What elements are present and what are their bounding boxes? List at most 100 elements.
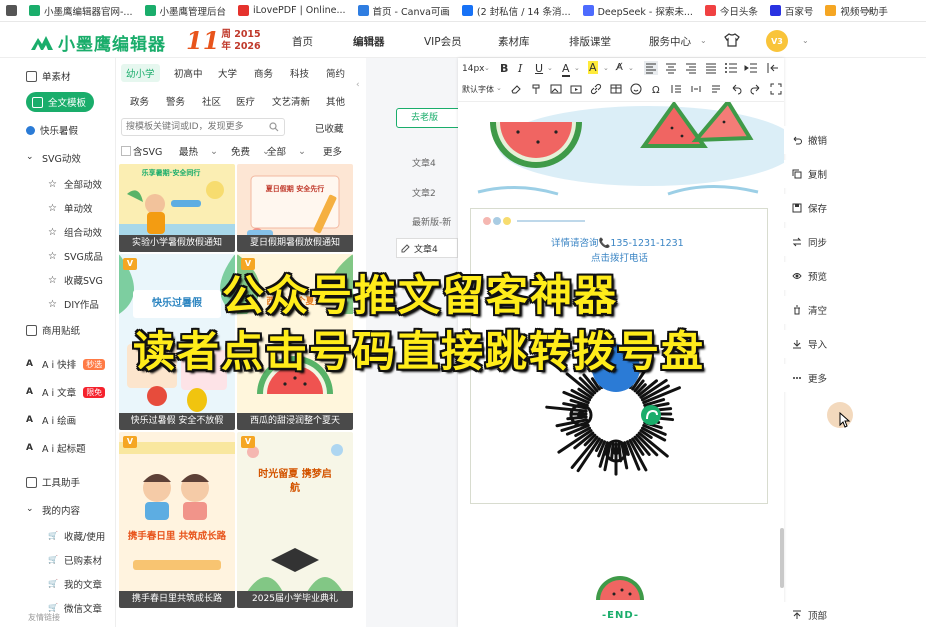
clear-format-icon[interactable]: A̸ — [616, 62, 623, 73]
category-tab[interactable]: 其他 — [321, 92, 350, 110]
nav-service-chevron-icon[interactable]: ⌄ — [700, 36, 707, 45]
bookmark-item[interactable]: DeepSeek - 探索未... — [582, 4, 693, 18]
sidebar-item[interactable]: 🛒 我的文章 — [48, 574, 102, 594]
category-tab[interactable]: 简约 — [321, 64, 350, 82]
nav-service[interactable]: 服务中心 — [649, 34, 691, 49]
sidebar-item[interactable]: 🛒 收藏/使用 — [48, 526, 105, 546]
font-family-select[interactable]: 默认字体 — [462, 84, 494, 95]
font-size-select[interactable]: 14px — [462, 64, 485, 74]
sidebar-item[interactable]: A A i 快排 秒选 — [26, 354, 106, 374]
checkbox-box[interactable] — [121, 146, 131, 156]
category-tab[interactable]: 初高中 — [169, 64, 208, 82]
list-icon[interactable] — [724, 61, 738, 75]
bookmark-item[interactable]: (2 封私信 / 14 条消... — [461, 4, 571, 18]
search-icon[interactable] — [269, 122, 279, 132]
friend-links[interactable]: 友情链接 — [28, 612, 60, 623]
rail-button[interactable]: 同步 — [784, 228, 838, 256]
editor-scrollbar[interactable] — [780, 528, 784, 588]
template-search-input[interactable] — [121, 118, 285, 136]
line-spacing-icon[interactable] — [670, 83, 682, 95]
collapse-toolbar-icon[interactable] — [766, 61, 780, 75]
fullscreen-icon[interactable] — [770, 83, 782, 95]
redo-icon[interactable] — [750, 83, 762, 95]
table-icon[interactable] — [610, 83, 622, 95]
rail-button[interactable]: 复制 — [784, 160, 838, 188]
rail-button[interactable]: 清空 — [784, 296, 838, 324]
bookmark-item[interactable]: 首页 - Canva可画 — [357, 4, 450, 18]
video-icon[interactable] — [570, 83, 582, 95]
category-tab[interactable]: 幼小学 — [121, 64, 160, 82]
bookmark-item[interactable]: 视频号助手 — [825, 4, 888, 18]
doc-tab-active[interactable]: 文章4 — [396, 238, 458, 258]
bookmark-item[interactable]: 小墨鹰管理后台 — [144, 4, 226, 18]
site-logo[interactable]: 小墨鹰编辑器 — [30, 30, 166, 55]
sidebar-item[interactable]: A A i 文章 限免 — [26, 382, 106, 402]
align-right-icon[interactable] — [684, 61, 698, 75]
align-left-icon[interactable] — [644, 61, 658, 75]
emoji-icon[interactable] — [630, 83, 642, 95]
template-card[interactable]: V 携手春日里 共筑成长路 携手春日里共筑成长路 — [119, 432, 235, 608]
user-avatar[interactable]: V3 — [766, 30, 788, 52]
bookmark-item[interactable] — [6, 5, 17, 16]
sidebar-item[interactable]: 商用贴纸 — [26, 320, 80, 340]
sidebar-item[interactable]: ⌄ 我的内容 — [26, 500, 80, 520]
align-center-icon[interactable] — [664, 61, 678, 75]
sort-hot-select[interactable]: 最热 ⌄ — [179, 144, 218, 159]
nav-class[interactable]: 排版课堂 — [569, 34, 611, 49]
eraser-icon[interactable] — [510, 83, 522, 95]
sidebar-item[interactable]: A A i 绘画 — [26, 410, 76, 430]
sidebar-item[interactable]: ☆ 单动效 — [48, 198, 93, 218]
svg-checkbox[interactable]: 含SVG — [121, 144, 162, 158]
italic-button[interactable]: I — [518, 62, 522, 75]
bold-button[interactable]: B — [500, 62, 508, 75]
nav-materials[interactable]: 素材库 — [498, 34, 530, 49]
type-all-select[interactable]: 全部 ⌄ — [267, 144, 306, 159]
sidebar-item[interactable]: ☆ SVG成品 — [48, 246, 103, 266]
bookmark-item[interactable]: 今日头条 — [704, 4, 758, 18]
rail-button[interactable]: 更多 — [784, 364, 838, 392]
phone-number[interactable]: 135-1231-1231 — [610, 238, 683, 249]
sidebar-item[interactable]: 🛒 已购素材 — [48, 550, 102, 570]
doc-tab[interactable]: 最新版-新 — [412, 215, 451, 228]
sidebar-item[interactable]: ☆ 组合动效 — [48, 222, 102, 242]
category-tab[interactable]: 科技 — [285, 64, 314, 82]
template-card[interactable]: V 时光留夏 携梦启航 2025届小学毕业典礼 — [237, 432, 353, 608]
sidebar-item[interactable]: 工具助手 — [26, 472, 80, 492]
image-icon[interactable] — [550, 83, 562, 95]
format-painter-icon[interactable] — [530, 83, 542, 95]
rail-button[interactable]: 保存 — [784, 194, 838, 222]
category-tab[interactable]: 社区 — [197, 92, 226, 110]
category-tab[interactable]: 商务 — [249, 64, 278, 82]
user-menu-chevron-icon[interactable]: ⌄ — [802, 36, 809, 45]
sidebar-item[interactable]: ☆ 收藏SVG — [48, 270, 103, 290]
category-tab[interactable]: 文艺清新 — [267, 92, 315, 110]
nav-vip[interactable]: VIP会员 — [424, 34, 462, 49]
category-tab[interactable]: 警务 — [161, 92, 190, 110]
rail-button[interactable]: 导入 — [784, 330, 838, 358]
bookmark-item[interactable]: 百家号 — [769, 4, 813, 18]
undo-icon[interactable] — [730, 83, 742, 95]
nav-home[interactable]: 首页 — [292, 34, 313, 49]
category-tab[interactable]: 大学 — [213, 64, 242, 82]
sidebar-item[interactable]: ☆ 全部动效 — [48, 174, 102, 194]
sidebar-item[interactable]: 快乐暑假 — [26, 120, 78, 140]
align-justify-icon[interactable] — [704, 61, 718, 75]
panel-collapse-chevron-icon[interactable]: ‹ — [356, 80, 366, 94]
category-tab[interactable]: 政务 — [125, 92, 154, 110]
paragraph-icon[interactable] — [710, 83, 722, 95]
collected-filter[interactable]: 已收藏 — [315, 121, 344, 135]
sidebar-item[interactable]: ⌄ SVG动效 — [26, 148, 81, 168]
template-card[interactable]: 乐享暑期·安全同行 实验小学暑假放假通知 — [119, 164, 235, 252]
rail-button[interactable]: 撤销 — [784, 126, 838, 154]
template-card[interactable]: 夏日假期 安全先行 夏日假期暑假放假通知 — [237, 164, 353, 252]
sidebar-item[interactable]: ☆ DIY作品 — [48, 294, 99, 314]
back-to-top-button[interactable]: 顶部 — [784, 602, 838, 627]
nav-editor[interactable]: 编辑器 — [353, 34, 385, 49]
bookmark-item[interactable]: iLovePDF | Online... — [238, 5, 346, 16]
font-color-button[interactable]: A — [562, 62, 570, 77]
underline-button[interactable]: U — [535, 62, 543, 75]
doc-tab[interactable]: 文章2 — [412, 186, 436, 199]
highlight-button[interactable]: A — [588, 61, 598, 74]
bookmarks-more[interactable]: » — [866, 4, 873, 17]
symbol-icon[interactable]: Ω — [650, 83, 662, 95]
